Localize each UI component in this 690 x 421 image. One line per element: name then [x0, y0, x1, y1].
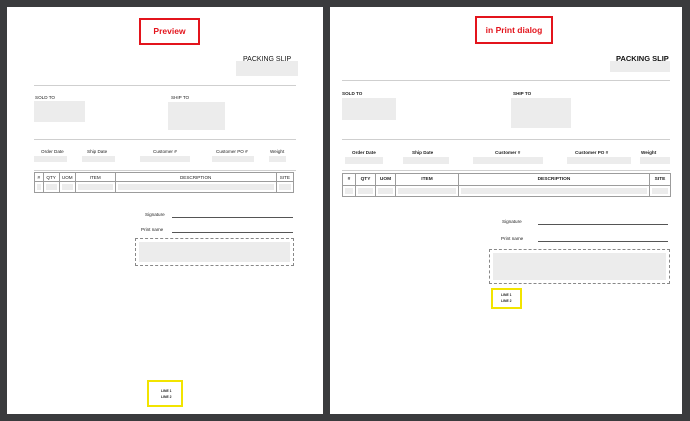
signature-line	[538, 224, 668, 225]
print-name-line	[538, 241, 668, 242]
items-table: # QTY UOM ITEM DESCRIPTION SITE	[34, 172, 295, 193]
signature-line	[172, 217, 293, 218]
divider	[34, 85, 296, 86]
customer-po-box	[567, 157, 631, 164]
print-dialog-page: in Print dialog PACKING SLIP SOLD TO SHI…	[330, 7, 682, 414]
col-number: #	[342, 173, 356, 186]
customer-number-box	[140, 156, 190, 162]
ship-date-box	[82, 156, 115, 162]
ship-to-label: SHIP TO	[171, 95, 190, 100]
ship-to-label: SHIP TO	[513, 91, 532, 96]
weight-label: Weight	[641, 150, 657, 155]
preview-label: Preview	[139, 18, 200, 45]
ship-to-box	[511, 98, 571, 128]
line-1-text: LINE 1	[501, 293, 512, 297]
signature-box	[135, 238, 294, 266]
divider	[342, 170, 670, 171]
col-uom: UOM	[375, 173, 396, 186]
order-date-box	[345, 157, 383, 164]
col-qty: QTY	[355, 173, 376, 186]
customer-number-label: Customer #	[153, 149, 177, 154]
signature-box	[489, 249, 670, 284]
col-item: ITEM	[74, 172, 116, 182]
print-dialog-label: in Print dialog	[475, 16, 553, 44]
line-1-text: LINE 1	[161, 389, 172, 393]
signature-label: Signature	[145, 212, 165, 217]
col-site: SITE	[649, 173, 671, 186]
sold-to-box	[342, 98, 396, 120]
order-date-label: Order Date	[352, 150, 376, 155]
sold-to-box	[34, 101, 85, 122]
packing-slip-title: PACKING SLIP	[616, 54, 669, 63]
packing-slip-title: PACKING SLIP	[243, 56, 292, 63]
divider	[342, 139, 670, 140]
weight-box	[640, 157, 670, 164]
signature-label: Signature	[502, 219, 522, 224]
col-qty: QTY	[42, 172, 60, 182]
col-uom: UOM	[58, 172, 76, 182]
ship-date-box	[403, 157, 449, 164]
customer-po-box	[212, 156, 254, 162]
col-description: DESCRIPTION	[458, 173, 650, 186]
order-date-box	[34, 156, 67, 162]
ship-date-label: Ship Date	[412, 150, 434, 155]
ship-date-label: Ship Date	[87, 149, 108, 154]
print-name-label: Print name	[501, 236, 524, 241]
table-row	[342, 185, 671, 197]
print-name-line	[172, 232, 293, 233]
col-site: SITE	[275, 172, 295, 182]
customer-po-label: Customer PO #	[216, 149, 248, 154]
items-table: # QTY UOM ITEM DESCRIPTION SITE	[342, 173, 671, 197]
highlight-box	[147, 380, 183, 407]
line-2-text: LINE 2	[161, 395, 172, 399]
table-header-row: # QTY UOM ITEM DESCRIPTION SITE	[34, 172, 295, 182]
order-date-label: Order Date	[41, 149, 64, 154]
table-row	[34, 181, 295, 193]
divider	[342, 80, 670, 81]
weight-box	[269, 156, 286, 162]
col-item: ITEM	[395, 173, 459, 186]
sold-to-label: SOLD TO	[342, 91, 363, 96]
table-header-row: # QTY UOM ITEM DESCRIPTION SITE	[342, 173, 671, 186]
customer-number-box	[473, 157, 543, 164]
line-2-text: LINE 2	[501, 299, 512, 303]
title-placeholder	[236, 61, 298, 76]
print-name-label: Print name	[141, 227, 164, 232]
customer-po-label: Customer PO #	[575, 150, 609, 155]
col-number: #	[34, 172, 44, 182]
col-description: DESCRIPTION	[114, 172, 277, 182]
divider	[34, 139, 296, 140]
ship-to-box	[168, 102, 225, 130]
customer-number-label: Customer #	[495, 150, 521, 155]
preview-page: Preview PACKING SLIP SOLD TO SHIP TO Ord…	[7, 7, 323, 414]
weight-label: Weight	[270, 149, 285, 154]
divider	[34, 170, 296, 171]
sold-to-label: SOLD TO	[35, 95, 55, 100]
